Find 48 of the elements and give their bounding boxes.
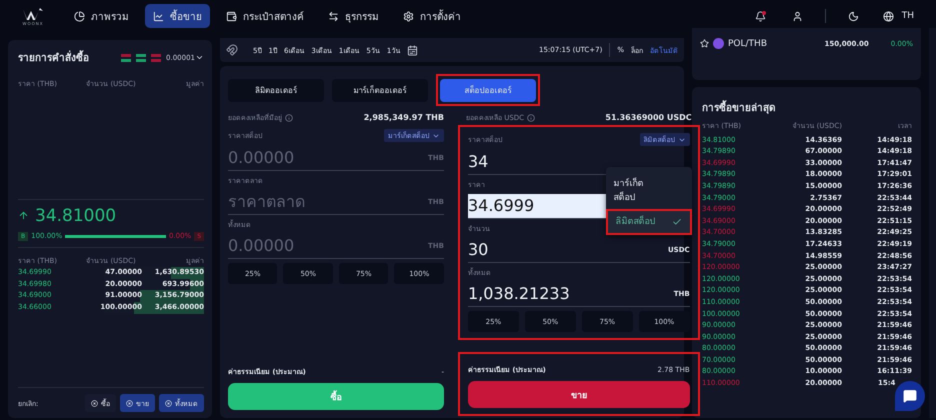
input-field[interactable]: 0.00000 [228,234,428,258]
chat-button[interactable] [895,381,925,411]
info-icon [527,114,536,122]
coin-icon [713,38,724,49]
nav-item[interactable]: การตั้งค่า [395,4,469,28]
order-type-tab[interactable]: สต็อปออเดอร์ [440,79,536,102]
star-icon[interactable] [700,39,709,48]
input-field[interactable]: 30 [468,238,668,262]
close-circle-icon [165,400,172,406]
up-arrow-icon [18,210,29,222]
pie-chart-icon [74,10,85,22]
panel-title: รายการคำสั่งซื้อ [18,50,122,65]
wallet-icon [226,10,237,22]
check-icon [672,217,682,227]
transfer-icon [328,10,339,22]
sell-button[interactable]: ขาย [468,381,690,408]
pair-name: POL/THB [728,38,768,48]
nav-item[interactable]: ซื้อขาย [145,4,210,28]
calendar-icon[interactable] [407,44,418,56]
order-type-tab[interactable]: มาร์เก็ตออเดอร์ [332,78,428,102]
input-field[interactable]: 1,038.21233 [468,282,674,306]
globe-icon[interactable] [882,10,894,22]
magnet-icon[interactable] [226,44,238,56]
order-type-tab[interactable]: ลิมิตออเดอร์ [228,78,324,102]
info-icon [285,114,293,122]
notification-icon[interactable] [754,10,766,22]
input-field[interactable]: 34 [468,150,690,174]
chevron-down-icon [195,53,204,62]
balance-value: 51.36369000 USDC [605,113,692,122]
chat-icon [903,389,917,403]
nav-item[interactable]: ธุรกรรม [320,4,387,28]
line-chart-icon [153,10,164,22]
last-price: 34.81000 [35,206,116,226]
close-circle-icon [91,400,98,406]
balance-value: 2,985,349.97 THB [364,113,444,122]
nav-item[interactable]: ภาพรวม [66,4,137,28]
order-book-layout-icon[interactable] [121,54,132,62]
nav-item[interactable]: กระเป๋าสตางค์ [218,4,312,28]
user-icon[interactable] [792,10,803,22]
input-field[interactable]: ราคาตลาด [228,190,428,214]
order-book-layout-icon[interactable] [136,54,146,62]
logo-icon [22,6,44,20]
language-label[interactable]: TH [902,11,914,21]
moon-icon[interactable] [848,10,859,22]
input-field[interactable]: 0.00000 [228,146,428,170]
settings-icon [403,10,414,22]
close-circle-icon [126,400,133,406]
menu-item[interactable]: ลิมิตสต็อป [608,211,690,233]
